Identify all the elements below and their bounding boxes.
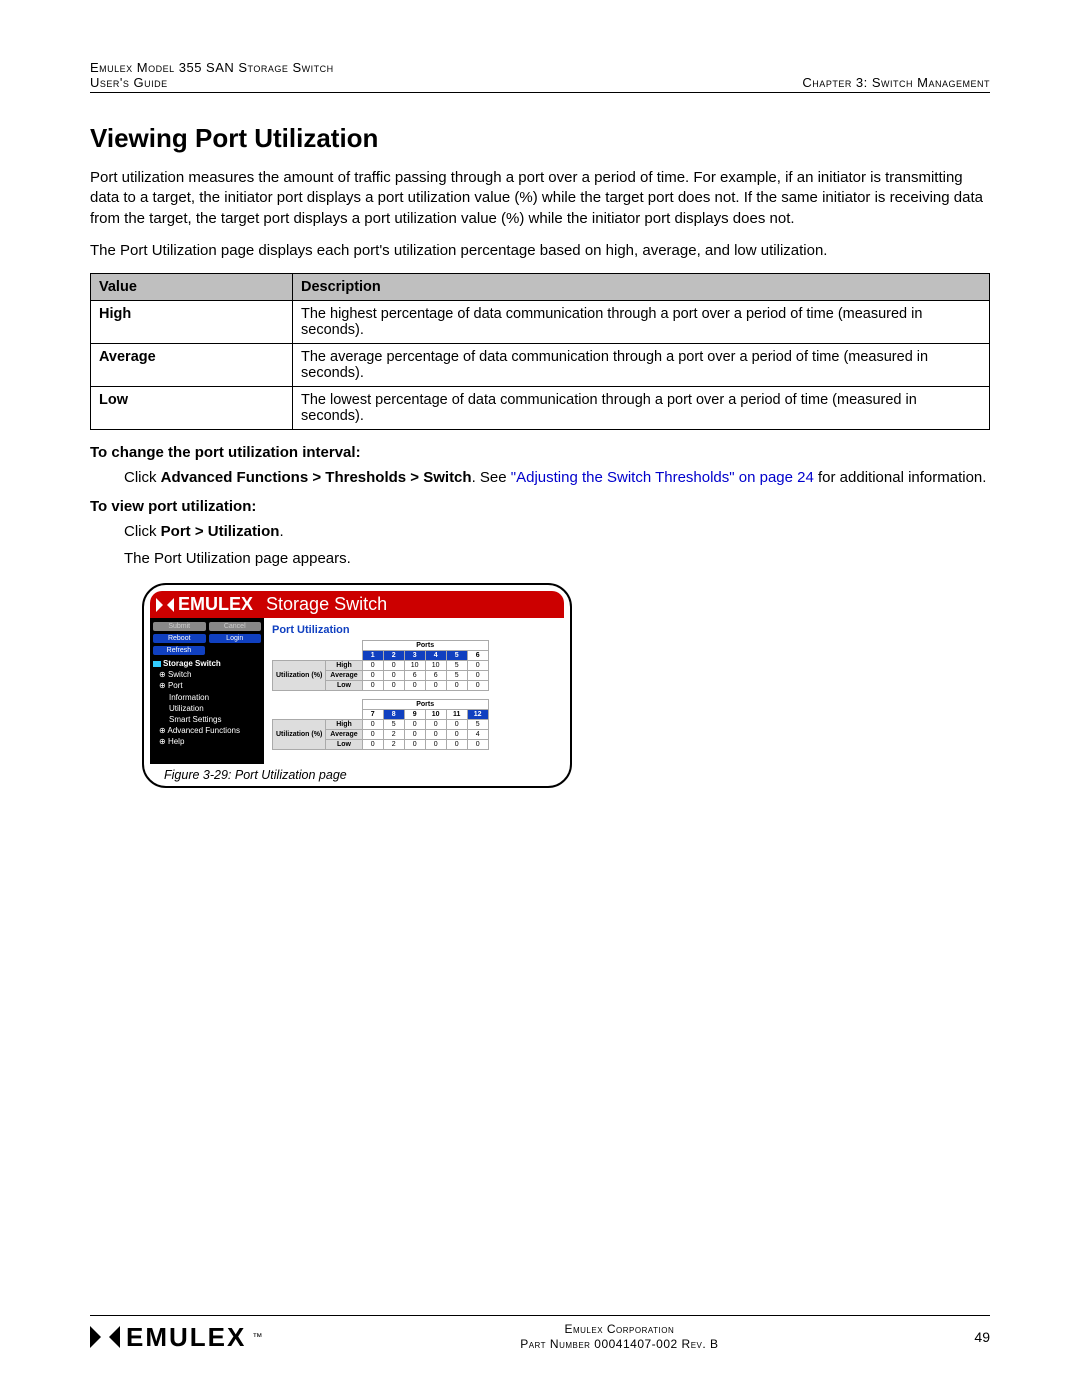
port-utilization-screenshot: EMULEX Storage Switch Submit Cancel Rebo… bbox=[142, 583, 572, 788]
page-number: 49 bbox=[974, 1329, 990, 1345]
header-left-1: Emulex Model 355 SAN Storage Switch bbox=[90, 60, 334, 75]
reboot-button[interactable]: Reboot bbox=[153, 634, 206, 643]
panel-title: Port Utilization bbox=[272, 624, 558, 636]
tree-help[interactable]: Help bbox=[153, 736, 261, 747]
row-desc: The highest percentage of data communica… bbox=[293, 301, 990, 344]
header-rule bbox=[90, 92, 990, 93]
header-right-2: Chapter 3: Switch Management bbox=[802, 75, 990, 90]
nav-tree: Storage Switch Switch Port Information U… bbox=[153, 658, 261, 748]
th-value: Value bbox=[91, 274, 293, 301]
tree-smart-settings[interactable]: Smart Settings bbox=[153, 714, 261, 725]
tree-root[interactable]: Storage Switch bbox=[163, 659, 221, 668]
footer-center: Emulex Corporation Part Number 00041407-… bbox=[520, 1322, 718, 1353]
brand-name: EMULEX bbox=[178, 594, 253, 615]
refresh-button[interactable]: Refresh bbox=[153, 646, 205, 655]
row-desc: The average percentage of data communica… bbox=[293, 344, 990, 387]
intro-para-1: Port utilization measures the amount of … bbox=[90, 168, 990, 229]
ports-header: Ports bbox=[362, 700, 488, 710]
emulex-footer-logo: EMULEX™ bbox=[90, 1322, 264, 1353]
switch-icon bbox=[153, 661, 161, 667]
brand-sub: Storage Switch bbox=[266, 594, 387, 615]
cancel-button[interactable]: Cancel bbox=[209, 622, 262, 631]
submit-button[interactable]: Submit bbox=[153, 622, 206, 631]
row-value: High bbox=[91, 301, 293, 344]
table-row: Average The average percentage of data c… bbox=[91, 344, 990, 387]
table-row: Low The lowest percentage of data commun… bbox=[91, 387, 990, 430]
row-value: Low bbox=[91, 387, 293, 430]
tree-utilization[interactable]: Utilization bbox=[153, 703, 261, 714]
tree-advanced-functions[interactable]: Advanced Functions bbox=[153, 725, 261, 736]
header-left-2: User's Guide bbox=[90, 75, 168, 90]
emulex-logo-icon bbox=[156, 598, 174, 612]
proc1-heading: To change the port utilization interval: bbox=[90, 444, 990, 461]
proc2-line2: The Port Utilization page appears. bbox=[124, 548, 990, 569]
ports-table-1: Ports 1 2 3 4 5 6 Utilization (%) Hi bbox=[272, 640, 489, 691]
link-adjust-thresholds[interactable]: "Adjusting the Switch Thresholds" on pag… bbox=[511, 469, 814, 486]
table-row: High The highest percentage of data comm… bbox=[91, 301, 990, 344]
figure-caption: Figure 3-29: Port Utilization page bbox=[164, 768, 564, 782]
value-description-table: Value Description High The highest perce… bbox=[90, 273, 990, 430]
intro-para-2: The Port Utilization page displays each … bbox=[90, 241, 990, 261]
ports-header: Ports bbox=[362, 641, 488, 651]
proc2-heading: To view port utilization: bbox=[90, 498, 990, 515]
page-title: Viewing Port Utilization bbox=[90, 123, 990, 154]
util-label: Utilization (%) bbox=[273, 720, 326, 750]
footer-rule bbox=[90, 1315, 990, 1316]
emulex-logo-icon bbox=[90, 1326, 120, 1348]
row-value: Average bbox=[91, 344, 293, 387]
app-title-bar: EMULEX Storage Switch bbox=[150, 591, 564, 618]
proc1-body: Click Advanced Functions > Thresholds > … bbox=[124, 467, 990, 488]
tree-information[interactable]: Information bbox=[153, 692, 261, 703]
main-panel: Port Utilization Ports 1 2 3 4 5 bbox=[264, 618, 564, 764]
proc2-line1: Click Port > Utilization. bbox=[124, 521, 990, 542]
sidebar: Submit Cancel Reboot Login Refresh Stora… bbox=[150, 618, 264, 764]
login-button[interactable]: Login bbox=[209, 634, 262, 643]
util-label: Utilization (%) bbox=[273, 661, 326, 691]
row-desc: The lowest percentage of data communicat… bbox=[293, 387, 990, 430]
tree-switch[interactable]: Switch bbox=[153, 669, 261, 680]
ports-table-2: Ports 7 8 9 10 11 12 Utilization (%) bbox=[272, 699, 489, 750]
tree-port[interactable]: Port bbox=[153, 680, 261, 691]
th-description: Description bbox=[293, 274, 990, 301]
